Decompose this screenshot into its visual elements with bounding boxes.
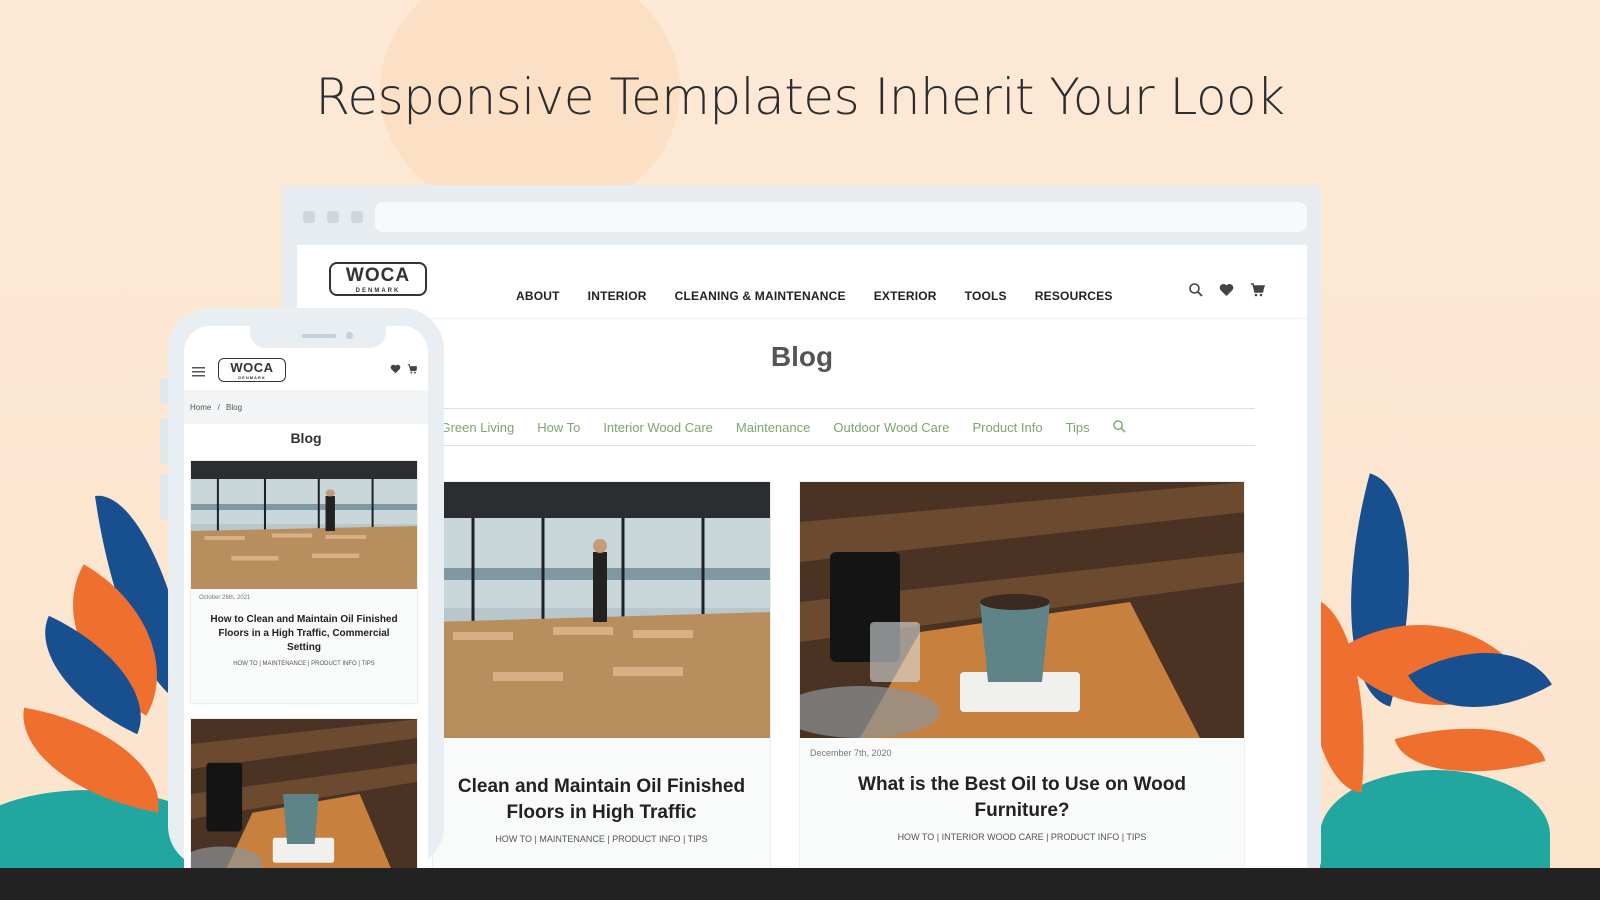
nav-tools[interactable]: TOOLS: [965, 289, 1007, 303]
post-image-coffee[interactable]: [800, 482, 1244, 738]
category-bar: gn Green Living How To Interior Wood Car…: [403, 408, 1255, 446]
address-bar[interactable]: [375, 202, 1307, 232]
header-icons: [1189, 283, 1266, 301]
blog-page-title: Blog: [770, 341, 834, 372]
post-title-line-1[interactable]: What is the Best Oil to Use on Wood: [820, 772, 1224, 798]
category-tips[interactable]: Tips: [1066, 420, 1090, 436]
category-interior-wood-care[interactable]: Interior Wood Care: [603, 420, 713, 436]
category-how-to[interactable]: How To: [537, 420, 580, 436]
mobile-header: WOCA DENMARK: [184, 348, 428, 390]
category-green-living[interactable]: Green Living: [440, 420, 514, 436]
desktop-page: WOCA DENMARK ABOUT INTERIOR CLEANING & M…: [297, 245, 1307, 868]
nav-cleaning-maintenance[interactable]: CLEANING & MAINTENANCE: [675, 289, 846, 303]
breadcrumb-current: Blog: [226, 403, 243, 412]
window-dot-minimize[interactable]: [327, 211, 339, 223]
post-title-line-2[interactable]: Furniture?: [820, 798, 1224, 824]
category-list: gn Green Living How To Interior Wood Car…: [403, 420, 1126, 436]
logo-sub: DENMARK: [355, 288, 401, 294]
post-tags[interactable]: HOW TO | MAINTENANCE | PRODUCT INFO | TI…: [433, 834, 770, 844]
blog-post-card[interactable]: December 7th, 2020 What is the Best Oil …: [799, 481, 1245, 868]
post-title-line-2[interactable]: Floors in High Traffic: [453, 800, 750, 826]
nav-exterior[interactable]: EXTERIOR: [874, 289, 937, 303]
woca-logo[interactable]: WOCA DENMARK: [329, 262, 427, 296]
mobile-screen: WOCA DENMARK Home / Blog Blog October 26…: [184, 326, 428, 868]
post-date: December 7th, 2020: [810, 748, 892, 758]
window-dot-close[interactable]: [303, 211, 315, 223]
post-title[interactable]: How to Clean and Maintain Oil Finished F…: [191, 613, 417, 655]
phone-side-button: [160, 378, 168, 404]
post-date: October 26th, 2021: [199, 595, 251, 601]
mobile-phone-mockup: WOCA DENMARK Home / Blog Blog October 26…: [160, 308, 444, 868]
post-tags[interactable]: HOW TO | MAINTENANCE | PRODUCT INFO | TI…: [191, 661, 417, 667]
logo-sub: DENMARK: [238, 375, 266, 380]
window-controls: [303, 211, 363, 223]
logo-word: WOCA: [345, 265, 411, 286]
blog-post-card[interactable]: Clean and Maintain Oil Finished Floors i…: [432, 481, 771, 868]
breadcrumb-home[interactable]: Home: [190, 403, 211, 412]
window-dot-maximize[interactable]: [351, 211, 363, 223]
mobile-post-card[interactable]: October 26th, 2021 How to Clean and Main…: [190, 460, 418, 704]
post-image-restaurant[interactable]: [191, 461, 417, 589]
post-title[interactable]: Clean and Maintain Oil Finished Floors i…: [433, 774, 770, 826]
category-outdoor-wood-care[interactable]: Outdoor Wood Care: [833, 420, 949, 436]
logo-word: WOCA: [230, 360, 274, 375]
breadcrumb: Home / Blog: [184, 390, 428, 424]
cart-icon[interactable]: [407, 364, 418, 377]
phone-camera: [346, 332, 353, 339]
phone-speaker: [302, 334, 336, 338]
bottom-bar: [0, 868, 1600, 900]
heart-icon[interactable]: [390, 364, 401, 377]
category-product-info[interactable]: Product Info: [972, 420, 1042, 436]
heart-icon[interactable]: [1219, 283, 1234, 301]
post-image-coffee[interactable]: [191, 719, 417, 868]
post-title-line-1[interactable]: Clean and Maintain Oil Finished: [453, 774, 750, 800]
breadcrumb-separator: /: [217, 403, 220, 412]
nav-about[interactable]: ABOUT: [516, 289, 560, 303]
category-search-icon[interactable]: [1112, 420, 1126, 436]
search-icon[interactable]: [1189, 283, 1203, 301]
woca-logo[interactable]: WOCA DENMARK: [218, 358, 286, 382]
nav-resources[interactable]: RESOURCES: [1035, 289, 1113, 303]
mobile-blog-title: Blog: [290, 430, 322, 446]
cart-icon[interactable]: [1250, 283, 1266, 301]
post-title[interactable]: What is the Best Oil to Use on Wood Furn…: [800, 772, 1244, 824]
mobile-post-card[interactable]: [190, 718, 418, 868]
post-image-restaurant[interactable]: [433, 482, 770, 738]
post-tags[interactable]: HOW TO | INTERIOR WOOD CARE | PRODUCT IN…: [800, 832, 1244, 842]
phone-side-button: [160, 474, 168, 520]
nav-interior[interactable]: INTERIOR: [588, 289, 647, 303]
phone-notch: [250, 326, 386, 348]
phone-side-button: [160, 418, 168, 464]
hamburger-menu-icon[interactable]: [192, 364, 205, 380]
page-headline: Responsive Templates Inherit Your Look: [315, 68, 1285, 126]
site-header: WOCA DENMARK ABOUT INTERIOR CLEANING & M…: [297, 245, 1307, 319]
category-maintenance[interactable]: Maintenance: [736, 420, 810, 436]
mobile-header-icons: [390, 364, 418, 377]
main-nav: ABOUT INTERIOR CLEANING & MAINTENANCE EX…: [516, 289, 1113, 303]
